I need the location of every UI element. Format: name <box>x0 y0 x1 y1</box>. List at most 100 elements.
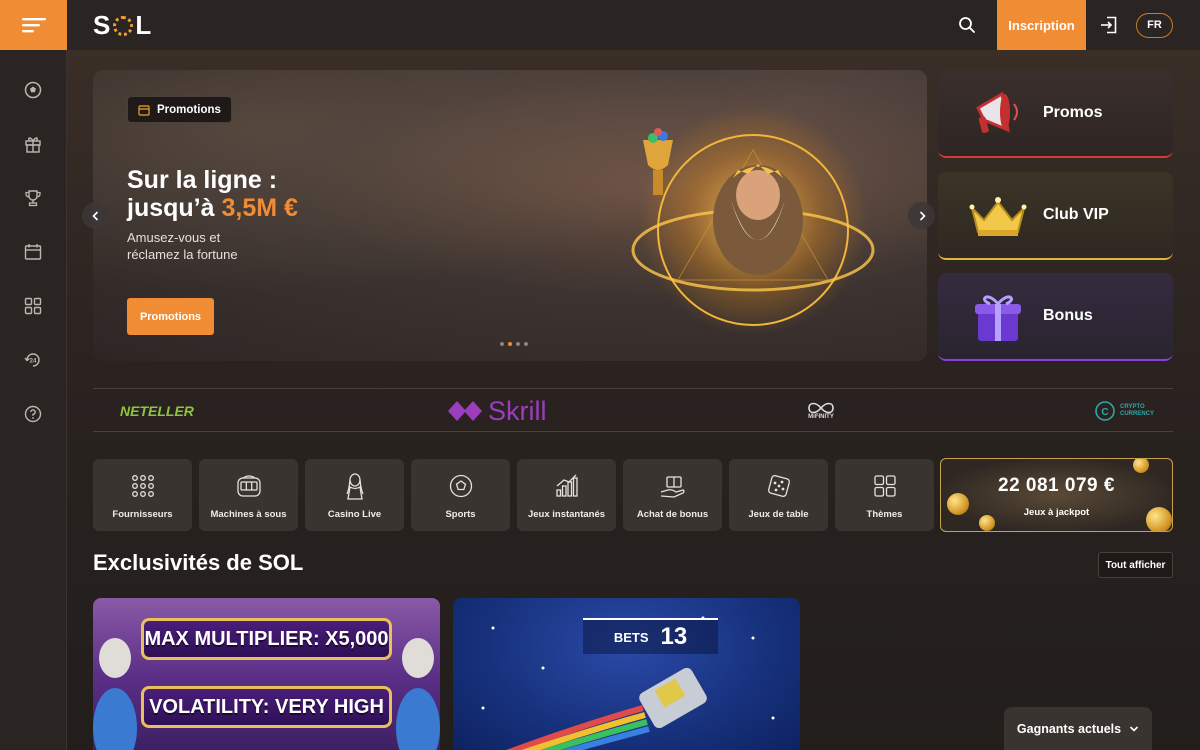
coin-decoration <box>1133 459 1149 473</box>
category-label: Fournisseurs <box>112 509 173 520</box>
category-live-casino[interactable]: Casino Live <box>305 459 404 531</box>
sidebar-item-sports[interactable] <box>0 63 67 117</box>
language-selector[interactable]: FR <box>1136 12 1173 38</box>
sidebar-item-support[interactable]: 24 <box>0 333 67 387</box>
soccer-ball-icon <box>449 474 472 498</box>
sidebar-item-calendar[interactable] <box>0 225 67 279</box>
crypto-coin-icon: C <box>1095 401 1115 421</box>
sidebar-item-promotions[interactable] <box>0 117 67 171</box>
carousel-next-button[interactable] <box>908 202 935 229</box>
crypto-label-line2: CURRENCY <box>1120 411 1155 417</box>
game-tile-olympus[interactable]: MAX MULTIPLIER: X5,000 VOLATILITY: VERY … <box>93 598 440 750</box>
infinity-icon <box>808 402 834 414</box>
skrill-logo-text: Skrill <box>488 395 547 426</box>
svg-text:24: 24 <box>30 359 37 365</box>
game-tile-crash[interactable]: BETS 13 <box>453 598 800 750</box>
logo-letter-s: S <box>93 9 112 40</box>
crypto-label: CRYPTO CURRENCY <box>1120 404 1154 418</box>
game-banner-multiplier: MAX MULTIPLIER: X5,000 <box>141 618 392 660</box>
current-winners-toggle[interactable]: Gagnants actuels <box>1004 707 1152 750</box>
dice-icon <box>767 475 790 497</box>
calendar-icon <box>24 244 42 260</box>
carousel-dot[interactable] <box>524 342 528 346</box>
trophy-icon <box>25 190 41 207</box>
category-label: Casino Live <box>327 509 382 520</box>
calendar-icon <box>138 104 150 116</box>
category-bonus-buy[interactable]: Achat de bonus <box>623 459 722 531</box>
carousel-dot-active[interactable] <box>508 342 512 346</box>
hero-banner[interactable]: Promotions Sur la ligne : jusqu’à 3,5M €… <box>93 70 927 361</box>
section-title: Exclusivités de SOL <box>93 550 304 575</box>
zeus-figure-right <box>396 638 440 750</box>
gift-hand-icon <box>660 476 685 498</box>
carousel-dot[interactable] <box>516 342 520 346</box>
logo-letter-l: L <box>135 9 153 40</box>
sidebar-item-help[interactable] <box>0 387 67 441</box>
category-providers[interactable]: Fournisseurs <box>93 459 192 531</box>
category-label: Jeux de table <box>748 509 809 520</box>
category-instant-games[interactable]: Jeux instantanés <box>517 459 616 531</box>
grid-icon <box>24 297 42 315</box>
mifinity-logo-text: MiFINITY <box>808 414 834 420</box>
top-header: S L Inscription FR <box>67 0 1200 50</box>
hero-title-line1: Sur la ligne : <box>127 166 278 194</box>
jackpot-games-card[interactable]: 22 081 079 € Jeux à jackpot <box>940 458 1173 532</box>
svg-text:C: C <box>1101 407 1108 418</box>
carousel-dot[interactable] <box>500 342 504 346</box>
jackpot-label: Jeux à jackpot <box>1023 507 1090 518</box>
themes-grid-icon <box>873 475 896 497</box>
hero-title-amount: 3,5M € <box>221 194 298 222</box>
megaphone-icon <box>976 91 1018 134</box>
chevron-down-icon <box>1130 725 1139 732</box>
menu-button[interactable] <box>0 0 67 50</box>
chevron-right-icon <box>919 210 926 221</box>
soccer-ball-icon <box>24 81 42 99</box>
crypto-label-line1: CRYPTO <box>1120 404 1145 410</box>
jackpot-amount: 22 081 079 € <box>998 475 1115 496</box>
login-button[interactable] <box>1086 0 1132 50</box>
category-sports[interactable]: Sports <box>411 459 510 531</box>
gift-icon <box>25 137 41 153</box>
hero-title: Sur la ligne : jusqu’à 3,5M € <box>127 166 298 222</box>
hero-promotions-button[interactable]: Promotions <box>127 298 214 335</box>
signup-button[interactable]: Inscription <box>997 0 1086 50</box>
promos-card[interactable]: Promos <box>938 70 1173 158</box>
bonus-card[interactable]: Bonus <box>938 273 1173 361</box>
bar-chart-icon <box>555 474 578 497</box>
category-label: Jeux instantanés <box>527 509 606 520</box>
neteller-logo: NETELLER <box>120 403 194 419</box>
sol-logo[interactable]: S L <box>93 10 152 41</box>
hero-title-prefix: jusqu’à <box>127 194 222 222</box>
club-vip-card[interactable]: Club VIP <box>938 172 1173 260</box>
payment-providers-bar: NETELLER Skrill MiFINITY C CRYPTO CURREN… <box>93 388 1173 432</box>
search-icon <box>959 17 975 33</box>
hero-title-line2: jusqu’à 3,5M € <box>127 194 298 222</box>
promotions-tag-label: Promotions <box>157 103 221 116</box>
gift-box-icon <box>975 295 1021 341</box>
hero-subtitle: Amusez-vous et réclamez la fortune <box>127 230 238 262</box>
see-all-button[interactable]: Tout afficher <box>1098 552 1173 578</box>
help-icon <box>24 405 42 423</box>
crown-icon <box>969 197 1027 236</box>
game-banner-volatility: VOLATILITY: VERY HIGH <box>141 686 392 728</box>
sidebar-item-categories[interactable] <box>0 279 67 333</box>
category-themes[interactable]: Thèmes <box>835 459 934 531</box>
login-icon <box>1101 16 1117 34</box>
promotions-tag: Promotions <box>127 96 232 123</box>
sun-logo-icon <box>113 16 134 36</box>
carousel-prev-button[interactable] <box>82 202 109 229</box>
category-label: Achat de bonus <box>636 509 709 520</box>
rocket-illustration <box>481 616 775 750</box>
category-label: Thèmes <box>866 509 903 520</box>
zeus-illustration <box>631 105 875 335</box>
category-label: Machines à sous <box>210 509 287 520</box>
search-button[interactable] <box>942 0 992 50</box>
mifinity-logo: MiFINITY <box>806 389 836 433</box>
sidebar-item-tournaments[interactable] <box>0 171 67 225</box>
category-table-games[interactable]: Jeux de table <box>729 459 828 531</box>
crypto-currency-logo: C CRYPTO CURRENCY <box>1095 389 1154 433</box>
club-vip-card-label: Club VIP <box>1043 206 1109 223</box>
carousel-dots <box>500 342 528 346</box>
promos-card-label: Promos <box>1043 104 1103 121</box>
category-slots[interactable]: Machines à sous <box>199 459 298 531</box>
